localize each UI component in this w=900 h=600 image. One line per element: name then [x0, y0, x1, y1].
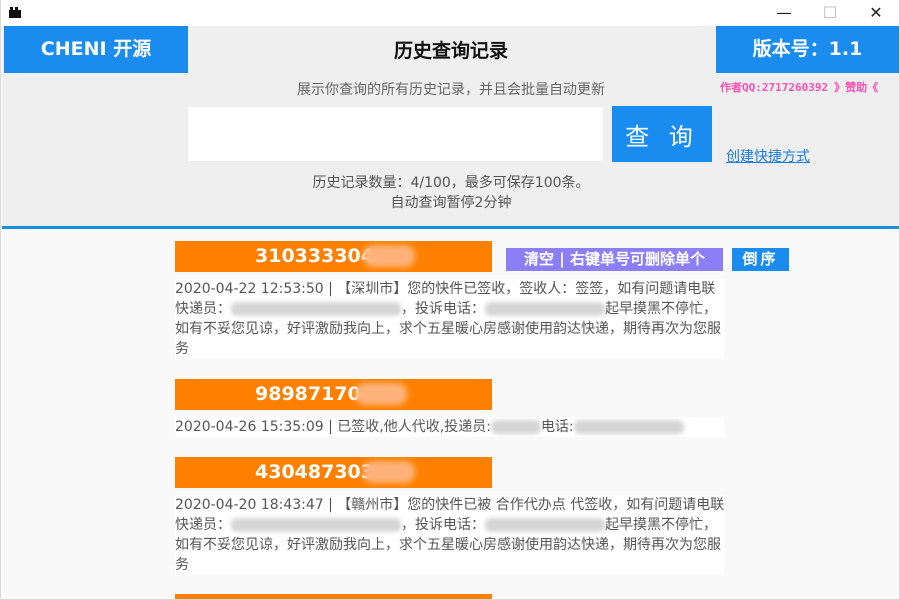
- author-info: 作者QQ:2717260392 》赞助《: [720, 79, 878, 95]
- tracking-detail-text: ，投诉电话：: [401, 301, 485, 317]
- minimize-button[interactable]: —: [761, 0, 807, 26]
- tracking-number-text: 98987170: [255, 383, 361, 405]
- redaction-mask: [231, 518, 401, 532]
- redaction-mask: [231, 302, 401, 316]
- tracking-number[interactable]: 430487303: [175, 457, 492, 488]
- tracking-number-text: 310333304: [255, 245, 374, 267]
- title-bar: — ☐ ✕: [1, 0, 899, 26]
- create-shortcut-link[interactable]: 创建快捷方式: [726, 146, 810, 166]
- history-item: 98987170 2020-04-26 15:35:09 | 已签收,他人代收,…: [175, 379, 725, 437]
- redaction-mask: [363, 245, 415, 267]
- tracking-number[interactable]: 310333304: [175, 241, 492, 272]
- redaction-mask: [363, 461, 415, 483]
- redaction-mask: [573, 420, 684, 434]
- reverse-order-button[interactable]: 倒序: [732, 248, 789, 271]
- tracking-number[interactable]: 98987170: [175, 379, 492, 410]
- search-button[interactable]: 查 询: [612, 106, 712, 162]
- tracking-detail: 2020-04-22 12:53:50 | 【深圳市】您的快件已签收，签收人：签…: [175, 279, 725, 359]
- auto-query-status: 自动查询暂停2分钟: [390, 195, 512, 211]
- page-subtitle: 展示你查询的所有历史记录，并且会批量自动更新: [297, 82, 605, 98]
- redaction-mask: [490, 420, 541, 434]
- version-label: 版本号：1.1: [716, 26, 899, 73]
- tracking-detail-text: 2020-04-26 15:35:09 | 已签收,他人代收,投递员:: [175, 419, 491, 435]
- redaction-mask: [355, 383, 407, 405]
- sponsor-link[interactable]: 》赞助《: [834, 81, 878, 94]
- page-title: 历史查询记录: [393, 40, 508, 62]
- close-button[interactable]: ✕: [853, 0, 899, 26]
- maximize-button[interactable]: ☐: [807, 0, 853, 26]
- tracking-detail: 2020-04-26 15:35:09 | 已签收,他人代收,投递员: 电话:: [175, 417, 725, 437]
- tracking-detail-text: 电话:: [540, 419, 574, 435]
- tracking-detail-text: ，投诉电话：: [401, 517, 485, 533]
- history-item: 430487303 2020-04-20 18:43:47 | 【赣州市】您的快…: [175, 457, 725, 575]
- tracking-number-text: 430487303: [255, 461, 374, 483]
- history-count: 历史记录数量：4/100，最多可保存100条。: [312, 175, 590, 191]
- redaction-mask: [485, 518, 605, 532]
- search-input[interactable]: [188, 107, 603, 161]
- history-item: 310333304 2020-04-22 12:53:50 | 【深圳市】您的快…: [175, 241, 725, 359]
- brand-label: CHENI 开源: [4, 26, 188, 73]
- tracking-number[interactable]: [175, 594, 492, 599]
- author-qq: 作者QQ:2717260392: [720, 81, 829, 94]
- app-window: — ☐ ✕ CHENI 开源 历史查询记录 版本号：1.1 展示你查询的所有历史…: [0, 0, 900, 600]
- tracking-detail: 2020-04-20 18:43:47 | 【赣州市】您的快件已被 合作代办点 …: [175, 495, 725, 575]
- redaction-mask: [485, 302, 605, 316]
- app-icon: [9, 7, 21, 18]
- history-count-info: 历史记录数量：4/100，最多可保存100条。 自动查询暂停2分钟: [251, 173, 651, 213]
